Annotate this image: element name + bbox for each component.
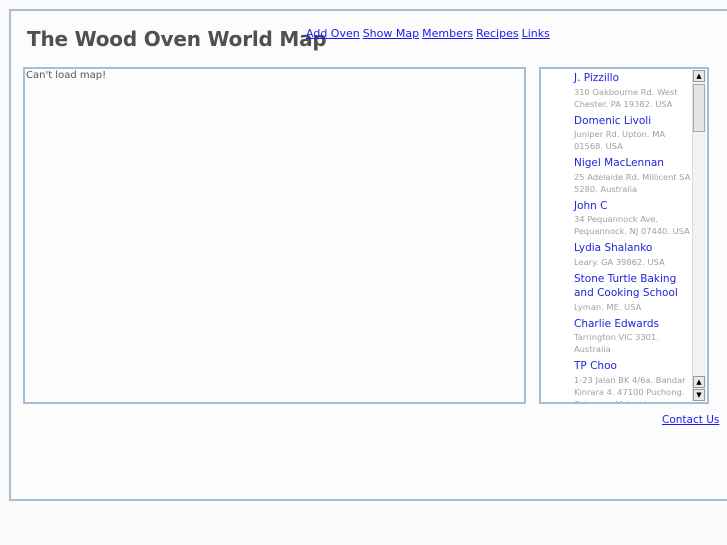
page-title: The Wood Oven World Map [27,27,327,51]
member-item: Domenic Livoli Juniper Rd. Upton. MA 0156… [574,114,696,153]
member-name-link[interactable]: J. Pizzillo [574,71,696,86]
scroll-up-button[interactable]: ▲ [693,70,705,82]
member-name-link[interactable]: Domenic Livoli [574,114,696,129]
member-address: Tarrington VIC 3301. Australia [574,332,659,354]
nav-show-map[interactable]: Show Map [363,27,419,40]
scrollbar[interactable]: ▲ ▲ ▼ [692,70,706,401]
member-item: Stone Turtle Baking and Cooking School Ly… [574,272,696,313]
map-error-message: Can't load map! [26,70,107,81]
scroll-thumb[interactable] [693,84,705,132]
nav-members[interactable]: Members [422,27,473,40]
member-address: Juniper Rd. Upton. MA 01568. USA [574,129,666,151]
scroll-down-button[interactable]: ▼ [693,389,705,401]
member-item: Charlie Edwards Tarrington VIC 3301. Aust… [574,317,696,356]
member-item: John C 34 Pequannock Ave. Pequannock. NJ … [574,199,696,238]
member-name-link[interactable]: TP Choo [574,359,696,374]
member-list: J. Pizzillo 310 Oakbourne Rd. West Cheste… [539,67,709,404]
member-address: 1-23 Jalan BK 4/6a. Bandar Kinrara 4. 47… [574,374,686,404]
member-name-link[interactable]: Lydia Shalanko [574,241,696,256]
member-item: TP Choo 1-23 Jalan BK 4/6a. Bandar Kinrar… [574,359,696,404]
scroll-up-button-lower[interactable]: ▲ [693,376,705,388]
member-address: 310 Oakbourne Rd. West Chester. PA 19382… [574,86,678,109]
member-item: Lydia Shalanko Leary. GA 39862. USA [574,241,696,268]
nav-add-oven[interactable]: Add Oven [306,27,360,40]
member-address: 25 Adelaide Rd. Millicent SA 5280. Austr… [574,171,691,194]
nav-links[interactable]: Links [522,27,550,40]
member-name-link[interactable]: John C [574,199,696,214]
member-name-link[interactable]: Nigel MacLennan [574,156,696,171]
nav-recipes[interactable]: Recipes [476,27,519,40]
member-address: Lyman. ME. USA [574,301,642,312]
member-name-link[interactable]: Stone Turtle Baking and Cooking School [574,272,696,301]
member-address: 34 Pequannock Ave. Pequannock. NJ 07440.… [574,214,690,236]
contact-us-link[interactable]: Contact Us [662,414,719,426]
member-item: J. Pizzillo 310 Oakbourne Rd. West Cheste… [574,71,696,110]
member-address: Leary. GA 39862. USA [574,256,665,267]
member-name-link[interactable]: Charlie Edwards [574,317,696,332]
map-panel[interactable]: Can't load map! [23,67,526,404]
member-item: Nigel MacLennan 25 Adelaide Rd. Millicent… [574,156,696,195]
main-nav: Add Oven Show Map Members Recipes Links [306,27,553,40]
